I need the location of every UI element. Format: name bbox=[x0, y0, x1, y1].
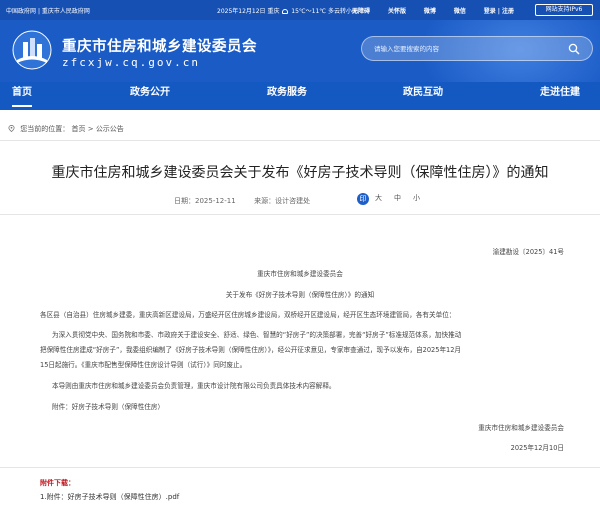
ipv6-badge[interactable]: 网站支持IPv6 bbox=[535, 4, 593, 16]
divider bbox=[0, 467, 600, 468]
breadcrumb-prefix: 您当前的位置： bbox=[20, 125, 70, 133]
search-box bbox=[361, 36, 593, 61]
date-label: 日期： bbox=[174, 197, 195, 205]
nav-interaction[interactable]: 政民互动 bbox=[403, 82, 443, 110]
paragraph-line: 本导则由重庆市住房和城乡建设委员会负责管理，重庆市设计院有限公司负责具体技术内容… bbox=[52, 382, 336, 390]
temperature-text: 15℃～11℃ 多云转小雨 bbox=[291, 8, 358, 15]
login-link[interactable]: 登录 bbox=[484, 8, 496, 15]
main-nav: 首页 政务公开 政务服务 政民互动 走进住建 bbox=[0, 82, 600, 110]
location-pin-icon bbox=[8, 125, 15, 132]
divider bbox=[0, 140, 600, 141]
portal-links: 中国政府网 | 重庆市人民政府网 bbox=[6, 6, 90, 15]
care-mode-link[interactable]: 关怀版 bbox=[388, 8, 406, 15]
font-size-small[interactable]: 小 bbox=[413, 193, 420, 203]
wechat-link[interactable]: 微信 bbox=[454, 8, 466, 15]
publish-date: 2025-12-11 bbox=[195, 197, 236, 205]
nav-gov-affairs[interactable]: 政务公开 bbox=[130, 82, 170, 110]
search-input[interactable] bbox=[374, 43, 544, 55]
source-value: 设计咨建处 bbox=[275, 197, 311, 205]
subject-heading: 关于发布《好房子技术导则（保障性住房）》的通知 bbox=[225, 291, 375, 299]
attachment-download-label: 附件下载： bbox=[40, 479, 75, 487]
nav-home[interactable]: 首页 bbox=[12, 82, 32, 110]
cq-gov-link[interactable]: 重庆市人民政府网 bbox=[42, 8, 90, 15]
breadcrumb-sep: > bbox=[87, 125, 94, 133]
issuer-heading: 重庆市住房和城乡建设委员会 bbox=[257, 270, 343, 278]
divider bbox=[0, 214, 600, 215]
utility-links: 无障碍 关怀版 微博 微信 登录 | 注册 bbox=[352, 8, 514, 15]
addressee-line: 各区县（自治县）住房城乡建委，重庆高新区建设局，万盛经开区住房城乡建设局，双桥经… bbox=[40, 311, 456, 319]
print-icon[interactable]: 印 bbox=[357, 193, 369, 205]
article-title: 重庆市住房和城乡建设委员会关于发布《好房子技术导则（保障性住房）》的通知 bbox=[51, 165, 549, 181]
breadcrumb-home[interactable]: 首页 bbox=[71, 125, 85, 133]
register-link[interactable]: 注册 bbox=[502, 8, 514, 15]
date-text: 2025年12月12日 重庆 bbox=[217, 8, 280, 15]
paragraph-line: 把保障性住房建成“好房子”，我委组织编制了《好房子技术导则（保障性住房）》，经公… bbox=[40, 346, 462, 354]
top-strip: 中国政府网 | 重庆市人民政府网 2025年12月12日 重庆 15℃～11℃ … bbox=[0, 0, 600, 20]
site-header: 重庆市住房和城乡建设委员会 zfcxjw.cq.gov.cn bbox=[0, 20, 600, 82]
breadcrumb: 您当前的位置： 首页 > 公示公告 bbox=[8, 124, 124, 134]
attachment-link[interactable]: 1.附件：好房子技术导则（保障性住房）.pdf bbox=[40, 492, 179, 502]
breadcrumb-notices[interactable]: 公示公告 bbox=[96, 125, 124, 133]
font-size-large[interactable]: 大 bbox=[375, 193, 382, 203]
font-size-medium[interactable]: 中 bbox=[394, 193, 401, 203]
gov-portal-link[interactable]: 中国政府网 bbox=[6, 8, 36, 15]
article-meta: 日期：2025-12-11 来源：设计咨建处 bbox=[174, 196, 310, 206]
date-weather: 2025年12月12日 重庆 15℃～11℃ 多云转小雨 bbox=[217, 6, 358, 15]
site-domain: zfcxjw.cq.gov.cn bbox=[62, 56, 200, 69]
signature: 重庆市住房和城乡建设委员会 bbox=[478, 424, 564, 432]
site-logo-icon[interactable] bbox=[12, 30, 52, 70]
source-label: 来源： bbox=[254, 197, 276, 205]
attachment-line: 附件：好房子技术导则（保障性住房） bbox=[52, 403, 165, 411]
paragraph-line: 为深入贯彻党中央、国务院和市委、市政府关于建设安全、舒适、绿色、智慧的“好房子”… bbox=[52, 331, 462, 339]
separator: | bbox=[37, 8, 40, 15]
nav-about[interactable]: 走进住建 bbox=[540, 82, 580, 110]
site-title[interactable]: 重庆市住房和城乡建设委员会 bbox=[62, 35, 257, 56]
accessibility-link[interactable]: 无障碍 bbox=[352, 8, 370, 15]
cloud-icon bbox=[282, 9, 289, 14]
paragraph-line: 15日起施行。《重庆市配售型保障性住房设计导则（试行）》同时废止。 bbox=[40, 361, 247, 369]
nav-gov-services[interactable]: 政务服务 bbox=[267, 82, 307, 110]
sign-date: 2025年12月10日 bbox=[510, 444, 564, 452]
search-icon[interactable] bbox=[568, 43, 580, 55]
document-number: 渝建勘设〔2025〕41号 bbox=[492, 248, 564, 256]
weibo-link[interactable]: 微博 bbox=[424, 8, 436, 15]
